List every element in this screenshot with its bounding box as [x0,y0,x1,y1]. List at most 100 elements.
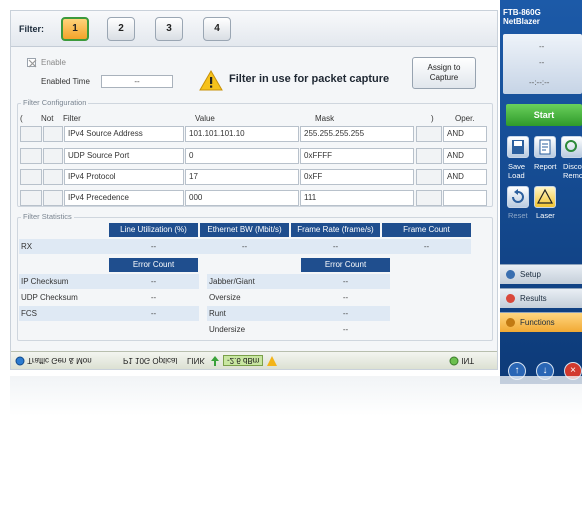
enable-checkbox[interactable] [27,58,37,68]
filter-label: Filter: [19,24,45,34]
error-value: -- [150,309,157,318]
filter-cell[interactable]: IPv4 Precedence [64,190,184,206]
timer-value-1: -- [539,42,545,51]
reset-icon[interactable] [507,186,529,208]
filter-cell[interactable]: IPv4 Source Address [64,126,184,142]
error-label: Oversize [209,293,241,302]
filter-statistics-title: Filter Statistics [21,212,74,221]
error-row: UDP Checksum -- [19,290,199,305]
nav-functions[interactable]: Functions [500,312,582,332]
open-paren-header: ( [20,114,23,123]
not-cell[interactable] [43,148,63,164]
close-paren-cell[interactable] [416,169,442,185]
report-icon[interactable] [534,136,556,158]
app-name: Traffic Gen & Mon [27,356,92,366]
assign-to-capture-button[interactable]: Assign to Capture [412,57,476,89]
status-bar: Traffic Gen & Mon P1 10G Optical LINK -2… [11,351,497,369]
close-paren-cell[interactable] [416,190,442,206]
error-value: -- [342,309,349,318]
error-count-header-right: Error Count [301,258,390,272]
device-model: FTB-860G [503,8,541,17]
laser-icon[interactable] [534,186,556,208]
right-sidebar: FTB-860G NetBlazer -- -- --:--:-- Start … [500,0,582,384]
error-row: IP Checksum -- [19,274,199,289]
discover-icon[interactable] [561,136,582,158]
open-paren-cell[interactable] [20,190,42,206]
error-value: -- [342,277,349,286]
nav-setup-label: Setup [520,270,541,279]
open-paren-cell[interactable] [20,148,42,164]
filter-cell[interactable]: IPv4 Protocol [64,169,184,185]
status-app[interactable]: Traffic Gen & Mon [15,356,92,366]
save-load-icon[interactable] [507,136,529,158]
not-cell[interactable] [43,126,63,142]
line-utilization-header: Line Utilization (%) [109,223,198,237]
mask-cell[interactable]: 111 [300,190,414,206]
not-cell[interactable] [43,190,63,206]
error-value: -- [342,293,349,302]
results-icon [506,294,515,303]
link-status: LINK [187,356,205,365]
device-title: FTB-860G NetBlazer [503,8,541,26]
assign-button-line1: Assign to [427,63,461,72]
mask-header: Mask [315,114,335,123]
nav-functions-label: Functions [520,318,555,327]
clock-icon [449,356,459,366]
filter-3-button[interactable]: 3 [155,17,183,41]
oper-cell[interactable]: AND [443,126,487,142]
error-row: Oversize -- [207,290,390,305]
nav-results-label: Results [520,294,547,303]
error-label: FCS [21,309,37,318]
nav-setup[interactable]: Setup [500,264,582,284]
close-paren-cell[interactable] [416,148,442,164]
filter-1-button[interactable]: 1 [61,17,89,41]
value-cell[interactable]: 17 [185,169,299,185]
report-label: Report [534,162,557,171]
start-button[interactable]: Start [506,104,582,126]
assign-button-line2: Capture [429,73,459,82]
error-label: Runt [209,309,226,318]
filter-configuration-title: Filter Configuration [21,98,89,107]
mask-cell[interactable]: 0xFF [300,169,414,185]
open-paren-cell[interactable] [20,169,42,185]
power-value: -2.6 dBm [227,356,260,365]
value-cell[interactable]: 101.101.101.10 [185,126,299,142]
mask-cell[interactable]: 0xFFFF [300,148,414,164]
oper-cell[interactable]: AND [443,169,487,185]
oper-cell[interactable]: AND [443,148,487,164]
oper-cell[interactable] [443,190,487,206]
app-globe-icon [15,356,25,366]
enabled-time-label: Enabled Time [41,77,90,86]
filter-2-button[interactable]: 2 [107,17,135,41]
frame-count-header: Frame Count [382,223,471,237]
main-panel: Filter: 1 2 3 4 Enable Enabled Time -- F… [10,10,498,370]
error-label: IP Checksum [21,277,69,286]
rx-frame-rate: -- [332,242,339,251]
filter-cell[interactable]: UDP Source Port [64,148,184,164]
link-arrow-icon [211,356,219,368]
mask-cell[interactable]: 255.255.255.255 [300,126,414,142]
not-header: Not [41,114,54,123]
error-value: -- [342,325,349,334]
not-cell[interactable] [43,169,63,185]
enable-label: Enable [41,58,66,67]
filter-4-button[interactable]: 4 [203,17,231,41]
reflection [10,376,582,416]
close-paren-cell[interactable] [416,126,442,142]
value-cell[interactable]: 0 [185,148,299,164]
int-status[interactable]: INT [449,356,474,366]
open-paren-cell[interactable] [20,126,42,142]
rx-frame-count: -- [423,242,430,251]
power-badge: -2.6 dBm [223,355,264,366]
check-x-icon [28,59,37,68]
rx-row: RX -- -- -- -- [19,239,471,254]
reset-label: Reset [508,211,528,220]
frame-rate-header: Frame Rate (frame/s) [291,223,380,237]
filter-header: Filter [63,114,81,123]
value-cell[interactable]: 000 [185,190,299,206]
error-label: Undersize [209,325,246,334]
save-label: Save [508,162,526,171]
nav-results[interactable]: Results [500,288,582,308]
laser-warning-icon [267,356,277,368]
error-row: Jabber/Giant -- [207,274,390,289]
